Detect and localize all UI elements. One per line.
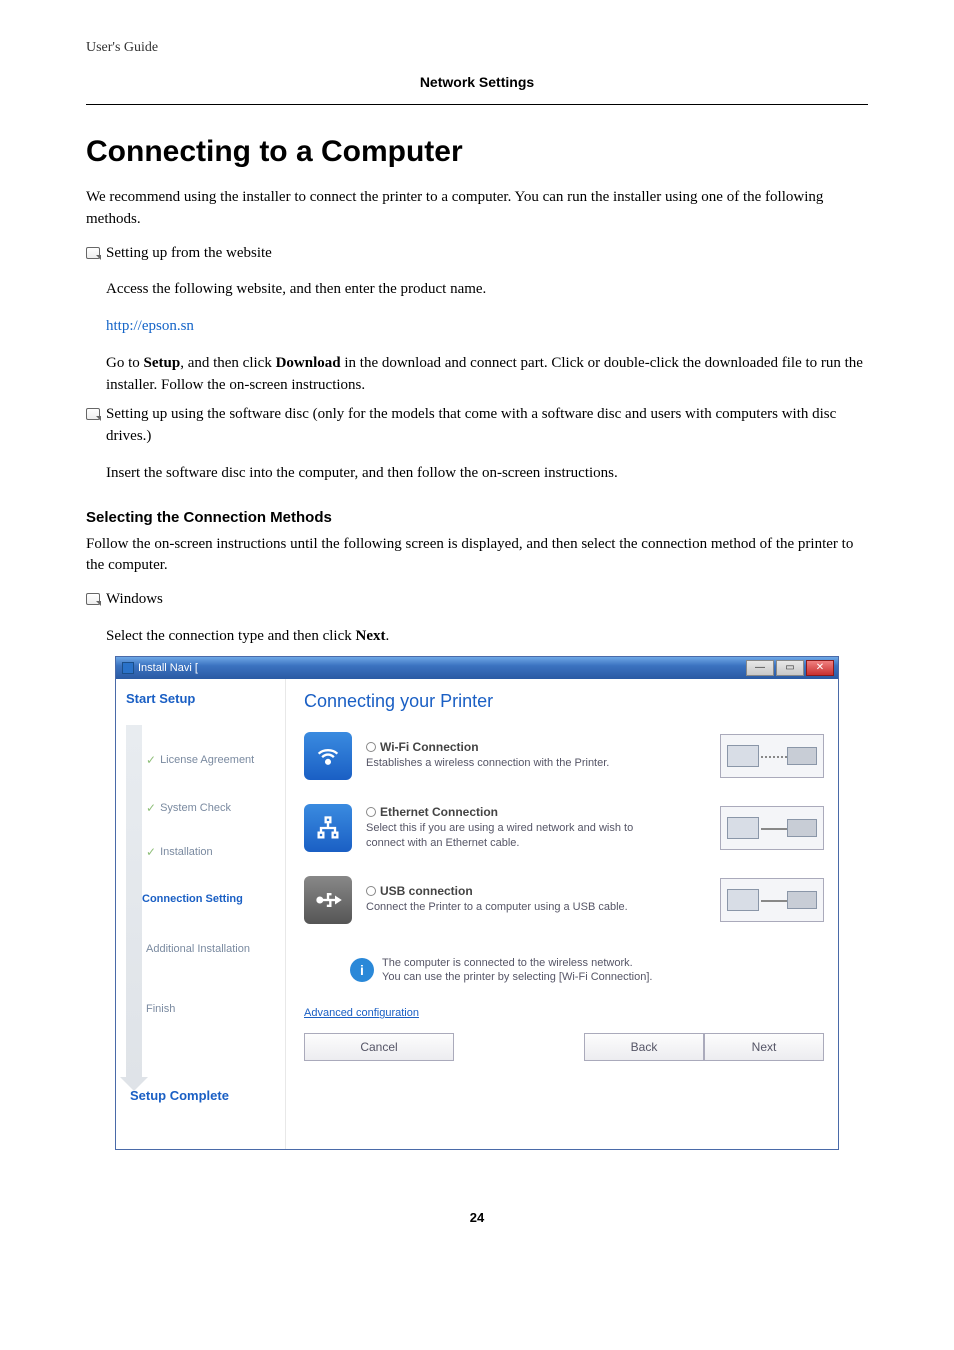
radio-icon[interactable] — [366, 886, 376, 896]
option-ethernet[interactable]: Ethernet Connection Select this if you a… — [304, 804, 824, 852]
option-wifi-title: Wi-Fi Connection — [380, 740, 479, 754]
option-wifi[interactable]: Wi-Fi Connection Establishes a wireless … — [304, 732, 824, 780]
progress-arrow-icon — [126, 725, 142, 1079]
bullet-icon — [86, 408, 100, 420]
bullet-2-line1: Insert the software disc into the comput… — [106, 463, 868, 485]
step-license: License Agreement — [160, 754, 254, 766]
wifi-thumbnail — [720, 734, 824, 778]
info-icon: i — [350, 958, 374, 982]
horizontal-rule — [86, 104, 868, 105]
cancel-button[interactable]: Cancel — [304, 1033, 454, 1061]
advanced-config-link[interactable]: Advanced configuration — [304, 1007, 824, 1019]
next-button[interactable]: Next — [704, 1033, 824, 1061]
close-button[interactable]: ✕ — [806, 660, 834, 676]
step-syscheck: System Check — [160, 802, 231, 814]
window-title: Install Navi [ — [138, 662, 198, 674]
bullet-1-line2: Go to Setup, and then click Download in … — [106, 353, 868, 397]
radio-icon[interactable] — [366, 742, 376, 752]
step-finish: Finish — [146, 1003, 175, 1015]
info-line1: The computer is connected to the wireles… — [382, 956, 652, 971]
subheading: Selecting the Connection Methods — [86, 509, 868, 526]
check-icon: ✓ — [146, 801, 156, 815]
app-icon — [122, 662, 134, 674]
bullet-2-title: Setting up using the software disc (only… — [106, 404, 868, 448]
bullet-3-line1: Select the connection type and then clic… — [106, 626, 868, 648]
section-name: Network Settings — [86, 74, 868, 90]
setup-complete-label: Setup Complete — [130, 1088, 229, 1103]
ethernet-thumbnail — [720, 806, 824, 850]
step-install: Installation — [160, 846, 213, 858]
radio-icon[interactable] — [366, 807, 376, 817]
usb-thumbnail — [720, 878, 824, 922]
ethernet-icon — [304, 804, 352, 852]
minimize-button[interactable]: — — [746, 660, 774, 676]
step-connection: Connection Setting — [142, 893, 243, 905]
page-heading: Connecting to a Computer — [86, 135, 868, 169]
option-usb[interactable]: USB connection Connect the Printer to a … — [304, 876, 824, 924]
epson-link[interactable]: http://epson.sn — [106, 318, 194, 334]
check-icon: ✓ — [146, 845, 156, 859]
bullet-1-line1: Access the following website, and then e… — [106, 279, 868, 301]
option-wifi-desc: Establishes a wireless connection with t… — [366, 756, 646, 771]
dialog-heading: Connecting your Printer — [304, 691, 824, 712]
info-line2: You can use the printer by selecting [Wi… — [382, 970, 652, 985]
step-additional: Additional Installation — [146, 943, 250, 955]
bullet-1-title: Setting up from the website — [106, 243, 272, 265]
bullet-3-title: Windows — [106, 589, 163, 611]
option-usb-title: USB connection — [380, 884, 473, 898]
option-usb-desc: Connect the Printer to a computer using … — [366, 900, 646, 915]
installer-dialog: Install Navi [ — ▭ ✕ Start Setup ✓ Licens… — [115, 656, 839, 1150]
bullet-icon — [86, 593, 100, 605]
intro-paragraph: We recommend using the installer to conn… — [86, 187, 868, 231]
maximize-button[interactable]: ▭ — [776, 660, 804, 676]
doc-title: User's Guide — [86, 40, 868, 56]
check-icon: ✓ — [146, 753, 156, 767]
option-eth-desc: Select this if you are using a wired net… — [366, 821, 646, 851]
wifi-icon — [304, 732, 352, 780]
page-number: 24 — [86, 1210, 868, 1225]
bullet-icon — [86, 247, 100, 259]
option-eth-title: Ethernet Connection — [380, 805, 498, 819]
wizard-sidebar: Start Setup ✓ License Agreement ✓ System C… — [116, 679, 286, 1149]
info-row: i The computer is connected to the wirel… — [350, 956, 824, 986]
back-button[interactable]: Back — [584, 1033, 704, 1061]
usb-icon — [304, 876, 352, 924]
titlebar: Install Navi [ — ▭ ✕ — [116, 657, 838, 679]
start-setup-label: Start Setup — [126, 691, 275, 706]
subhead-text: Follow the on-screen instructions until … — [86, 534, 868, 578]
